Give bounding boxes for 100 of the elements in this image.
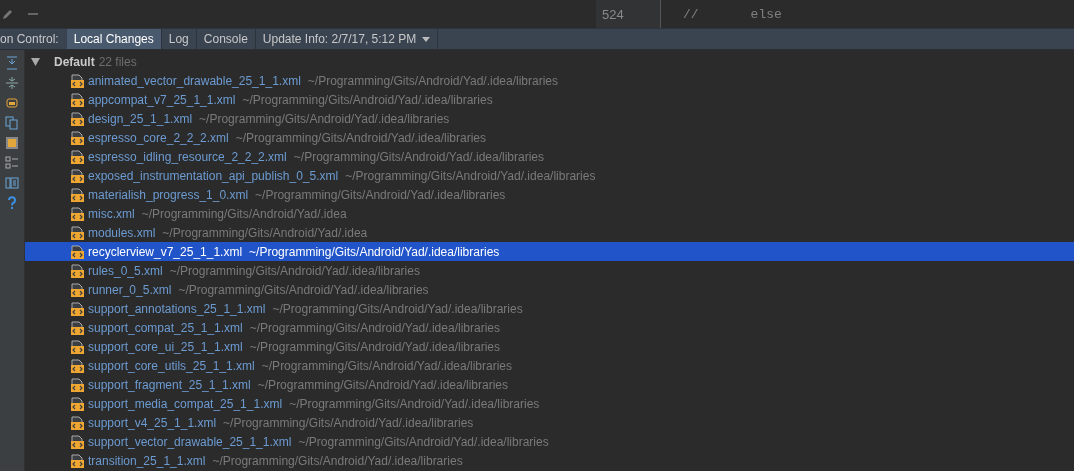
file-row[interactable]: support_compat_25_1_1.xml ~/Programming/Gits/Android/Yad/.idea/libraries <box>25 318 1074 337</box>
collapse-icon[interactable] <box>5 56 19 70</box>
file-row[interactable]: modules.xml ~/Programming/Gits/Android/Yad/.idea <box>25 223 1074 242</box>
file-row[interactable]: support_annotations_25_1_1.xml ~/Programming/Gits/Android/Yad/.idea/libraries <box>25 299 1074 318</box>
file-name: modules.xml <box>88 225 156 240</box>
xml-file-icon <box>71 415 84 430</box>
file-path: ~/Programming/Gits/Android/Yad/.idea/libraries <box>257 377 508 392</box>
xml-file-icon <box>71 225 84 240</box>
diff-icon[interactable] <box>5 136 19 150</box>
file-path: ~/Programming/Gits/Android/Yad/.idea/libraries <box>212 453 463 468</box>
pencil-icon[interactable] <box>2 8 14 20</box>
xml-file-icon <box>71 434 84 449</box>
file-name: support_compat_25_1_1.xml <box>88 320 243 335</box>
xml-file-icon <box>71 263 84 278</box>
file-path: ~/Programming/Gits/Android/Yad/.idea/libraries <box>249 339 500 354</box>
xml-file-icon <box>71 149 84 164</box>
file-path: ~/Programming/Gits/Android/Yad/.idea/libraries <box>307 73 559 88</box>
xml-file-icon <box>71 111 84 126</box>
file-path: ~/Programming/Gits/Android/Yad/.idea/libraries <box>242 92 493 107</box>
file-path: ~/Programming/Gits/Android/Yad/.idea/libraries <box>249 244 500 259</box>
file-row[interactable]: espresso_core_2_2_2.xml ~/Programming/Gits/Android/Yad/.idea/libraries <box>25 128 1074 147</box>
file-row[interactable]: animated_vector_drawable_25_1_1.xml ~/Programming/Gits/Android/Yad/.idea/libraries <box>25 71 1074 90</box>
file-row[interactable]: support_vector_drawable_25_1_1.xml ~/Programming/Gits/Android/Yad/.idea/libraries <box>25 432 1074 451</box>
file-name: appcompat_v7_25_1_1.xml <box>88 92 236 107</box>
file-row[interactable]: support_v4_25_1_1.xml ~/Programming/Gits/Android/Yad/.idea/libraries <box>25 413 1074 432</box>
file-row[interactable]: materialish_progress_1_0.xml ~/Programming/Gits/Android/Yad/.idea/libraries <box>25 185 1074 204</box>
expand-arrow-icon[interactable] <box>31 57 40 66</box>
file-row[interactable]: support_core_ui_25_1_1.xml ~/Programming/Gits/Android/Yad/.idea/libraries <box>25 337 1074 356</box>
file-name: rules_0_5.xml <box>88 263 163 278</box>
xml-file-icon <box>71 73 84 88</box>
file-path: ~/Programming/Gits/Android/Yad/.idea/libraries <box>293 149 545 164</box>
file-row[interactable]: misc.xml ~/Programming/Gits/Android/Yad/.idea <box>25 204 1074 223</box>
xml-file-icon <box>71 92 84 107</box>
file-row[interactable]: espresso_idling_resource_2_2_2.xml ~/Programming/Gits/Android/Yad/.idea/libraries <box>25 147 1074 166</box>
file-path: ~/Programming/Gits/Android/Yad/.idea <box>141 206 347 221</box>
file-count: 22 files <box>98 54 137 69</box>
copy-icon[interactable] <box>5 116 19 130</box>
xml-file-icon <box>71 130 84 145</box>
xml-file-icon <box>71 339 84 354</box>
file-name: support_media_compat_25_1_1.xml <box>88 396 283 411</box>
xml-file-icon <box>71 358 84 373</box>
file-path: ~/Programming/Gits/Android/Yad/.idea/libraries <box>223 415 474 430</box>
preview-icon[interactable] <box>5 176 19 190</box>
file-path: ~/Programming/Gits/Android/Yad/.idea/libraries <box>249 320 500 335</box>
file-name: materialish_progress_1_0.xml <box>88 187 249 202</box>
file-name: runner_0_5.xml <box>88 282 172 297</box>
xml-file-icon <box>71 244 84 259</box>
file-row[interactable]: support_fragment_25_1_1.xml ~/Programming/Gits/Android/Yad/.idea/libraries <box>25 375 1074 394</box>
file-name: transition_25_1_1.xml <box>88 453 206 468</box>
file-name: support_fragment_25_1_1.xml <box>88 377 251 392</box>
file-path: ~/Programming/Gits/Android/Yad/.idea/libraries <box>289 396 540 411</box>
file-row[interactable]: exposed_instrumentation_api_publish_0_5.xml ~/Programming/Gits/Android/Yad/.idea/libraries <box>25 166 1074 185</box>
file-row[interactable]: support_core_utils_25_1_1.xml ~/Programming/Gits/Android/Yad/.idea/libraries <box>25 356 1074 375</box>
xml-file-icon <box>71 396 84 411</box>
file-path: ~/Programming/Gits/Android/Yad/.idea/libraries <box>255 187 506 202</box>
code-text: else <box>750 6 782 22</box>
file-path: ~/Programming/Gits/Android/Yad/.idea/libraries <box>199 111 450 126</box>
file-path: ~/Programming/Gits/Android/Yad/.idea/libraries <box>272 301 523 316</box>
file-path: ~/Programming/Gits/Android/Yad/.idea <box>162 225 368 240</box>
file-path: ~/Programming/Gits/Android/Yad/.idea/libraries <box>345 168 596 183</box>
tab[interactable]: Console <box>196 29 256 49</box>
xml-file-icon <box>71 282 84 297</box>
file-row[interactable]: runner_0_5.xml ~/Programming/Gits/Android/Yad/.idea/libraries <box>25 280 1074 299</box>
file-name: support_vector_drawable_25_1_1.xml <box>88 434 292 449</box>
file-name: animated_vector_drawable_25_1_1.xml <box>88 73 301 88</box>
tab[interactable]: Update Info: 2/7/17, 5:12 PM <box>255 29 439 49</box>
file-row[interactable]: transition_25_1_1.xml ~/Programming/Gits/Android/Yad/.idea/libraries <box>25 451 1074 470</box>
file-name: design_25_1_1.xml <box>88 111 193 126</box>
file-name: espresso_idling_resource_2_2_2.xml <box>88 149 287 164</box>
file-name: support_core_utils_25_1_1.xml <box>88 358 255 373</box>
file-name: recyclerview_v7_25_1_1.xml <box>88 244 243 259</box>
file-name: misc.xml <box>88 206 135 221</box>
tab[interactable]: Log <box>161 29 197 49</box>
file-row[interactable]: rules_0_5.xml ~/Programming/Gits/Android/Yad/.idea/libraries <box>25 261 1074 280</box>
xml-file-icon <box>71 187 84 202</box>
file-path: ~/Programming/Gits/Android/Yad/.idea/libraries <box>169 263 420 278</box>
file-name: support_annotations_25_1_1.xml <box>88 301 266 316</box>
file-name: support_core_ui_25_1_1.xml <box>88 339 243 354</box>
tab[interactable]: Local Changes <box>66 29 162 49</box>
expand-collapse-icon[interactable] <box>5 76 19 90</box>
file-path: ~/Programming/Gits/Android/Yad/.idea/libraries <box>298 434 549 449</box>
changelist-icon[interactable] <box>5 96 19 110</box>
file-row[interactable]: appcompat_v7_25_1_1.xml ~/Programming/Gits/Android/Yad/.idea/libraries <box>25 90 1074 109</box>
xml-file-icon <box>71 168 84 183</box>
file-row[interactable]: design_25_1_1.xml ~/Programming/Gits/Android/Yad/.idea/libraries <box>25 109 1074 128</box>
file-row[interactable]: recyclerview_v7_25_1_1.xml ~/Programming/Gits/Android/Yad/.idea/libraries <box>25 242 1074 261</box>
tool-window-title: on Control: <box>0 31 60 48</box>
xml-file-icon <box>71 301 84 316</box>
xml-file-icon <box>71 206 84 221</box>
file-path: ~/Programming/Gits/Android/Yad/.idea/libraries <box>178 282 429 297</box>
help-icon[interactable] <box>5 196 19 210</box>
xml-file-icon <box>71 453 84 468</box>
file-path: ~/Programming/Gits/Android/Yad/.idea/libraries <box>235 130 486 145</box>
file-path: ~/Programming/Gits/Android/Yad/.idea/libraries <box>261 358 512 373</box>
code-text: // <box>683 6 699 22</box>
file-name: support_v4_25_1_1.xml <box>88 415 217 430</box>
line-number: 524 <box>602 6 624 22</box>
file-row[interactable]: support_media_compat_25_1_1.xml ~/Programming/Gits/Android/Yad/.idea/libraries <box>25 394 1074 413</box>
checklist-icon[interactable] <box>5 156 19 170</box>
xml-file-icon <box>71 377 84 392</box>
